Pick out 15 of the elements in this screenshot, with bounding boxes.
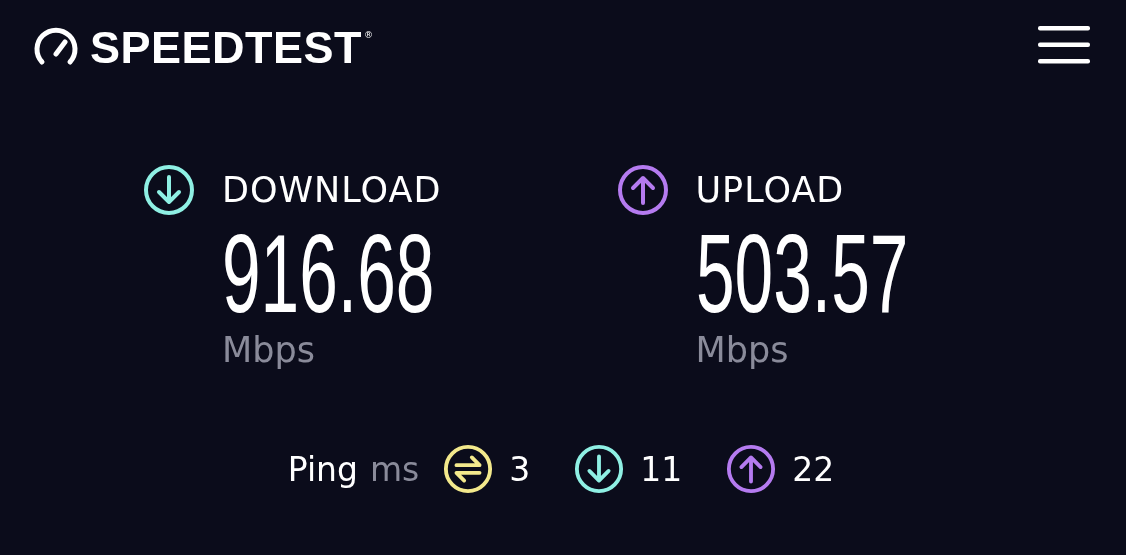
result-label: UPLOAD xyxy=(695,170,845,210)
speed-value: 916.68 xyxy=(222,220,435,328)
two-way-arrows-icon xyxy=(443,444,494,494)
logo-text: SPEEDTEST xyxy=(90,22,363,74)
speed-unit: Mbps xyxy=(222,329,316,372)
ping-value: 22 xyxy=(792,449,835,489)
menu-icon[interactable] xyxy=(1038,26,1090,64)
ping-value: 11 xyxy=(640,449,683,489)
ping-label: Ping xyxy=(287,449,358,489)
speed-value: 503.57 xyxy=(695,220,908,328)
speed-unit: Mbps xyxy=(695,329,790,372)
ping-value: 3 xyxy=(509,449,531,489)
registered-mark: ® xyxy=(364,30,374,40)
result-label: DOWNLOAD xyxy=(222,170,442,210)
ping-unit: ms xyxy=(369,449,420,489)
